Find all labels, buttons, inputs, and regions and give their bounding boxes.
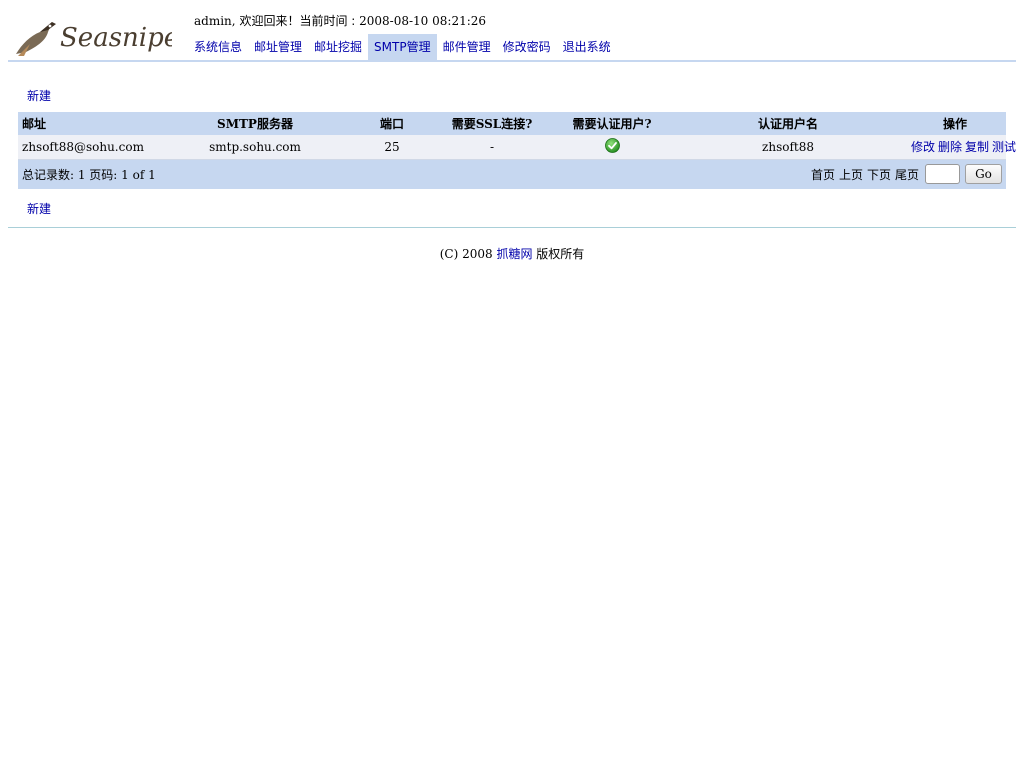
new-link-bottom[interactable]: 新建	[27, 200, 51, 217]
cell-email: zhsoft88@sohu.com	[18, 135, 158, 160]
nav-logout[interactable]: 退出系统	[557, 34, 617, 61]
copy-link[interactable]: 复制	[965, 140, 989, 154]
welcome-text: 欢迎回来！当前时间 :	[239, 14, 360, 28]
cell-smtp-server: smtp.sohu.com	[158, 135, 352, 160]
col-auth-user: 认证用户名	[672, 112, 904, 135]
check-circle-icon	[604, 137, 620, 156]
nav-address-management[interactable]: 邮址管理	[248, 34, 308, 61]
go-button[interactable]: Go	[965, 164, 1002, 185]
test-link[interactable]: 测试	[992, 140, 1016, 154]
footer: (C) 2008 抓糖网 版权所有	[0, 245, 1024, 262]
col-email: 邮址	[18, 112, 158, 135]
welcome-message: admin, 欢迎回来！当前时间 : 2008-08-10 08:21:26	[194, 12, 486, 29]
table-header-row: 邮址 SMTP服务器 端口 需要SSL连接? 需要认证用户? 认证用户名 操作	[18, 112, 1006, 135]
smtp-table: 邮址 SMTP服务器 端口 需要SSL连接? 需要认证用户? 认证用户名 操作 …	[18, 112, 1016, 189]
col-port: 端口	[352, 112, 432, 135]
pager-next: 下页	[866, 167, 891, 182]
col-auth: 需要认证用户?	[552, 112, 672, 135]
svg-text:Seasnipe: Seasnipe	[60, 23, 172, 53]
welcome-user: admin,	[194, 14, 236, 28]
footer-copyright: (C) 2008	[439, 247, 497, 261]
delete-link[interactable]: 删除	[938, 140, 962, 154]
nav-address-mining[interactable]: 邮址挖掘	[308, 34, 368, 61]
nav-mail-management[interactable]: 邮件管理	[437, 34, 497, 61]
nav-smtp-management[interactable]: SMTP管理	[368, 34, 437, 61]
pager: 总记录数: 1 页码: 1 of 1 首页 上页 下页 尾页 Go	[22, 164, 1002, 185]
col-actions: 操作	[904, 112, 1006, 135]
bird-logo-icon: Seasnipe	[16, 22, 172, 56]
nav-system-info[interactable]: 系统信息	[188, 34, 248, 61]
pager-prev: 上页	[838, 167, 863, 182]
col-smtp-server: SMTP服务器	[158, 112, 352, 135]
new-link-top[interactable]: 新建	[27, 87, 51, 104]
table-row: zhsoft88@sohu.com smtp.sohu.com 25 - zhs…	[18, 135, 1016, 160]
seasnipe-logo: Seasnipe	[12, 14, 172, 58]
footer-rights: 版权所有	[532, 247, 585, 261]
cell-auth	[552, 135, 672, 160]
cell-auth-user: zhsoft88	[672, 135, 904, 160]
footer-divider	[8, 227, 1016, 228]
edit-link[interactable]: 修改	[911, 140, 935, 154]
pager-row: 总记录数: 1 页码: 1 of 1 首页 上页 下页 尾页 Go	[18, 159, 1006, 189]
pager-last: 尾页	[894, 167, 919, 182]
cell-ssl: -	[432, 135, 552, 160]
pager-first: 首页	[810, 167, 835, 182]
page-number-input[interactable]	[925, 164, 960, 185]
nav-change-password[interactable]: 修改密码	[497, 34, 557, 61]
footer-site-link[interactable]: 抓糖网	[496, 247, 532, 261]
pager-links: 首页 上页 下页 尾页 Go	[807, 164, 1002, 185]
cell-actions: 修改 删除 复制 测试	[904, 135, 1016, 160]
page-header: Seasnipe admin, 欢迎回来！当前时间 : 2008-08-10 0…	[8, 8, 1016, 62]
main-nav: 系统信息 邮址管理 邮址挖掘 SMTP管理 邮件管理 修改密码 退出系统	[188, 34, 617, 61]
cell-port: 25	[352, 135, 432, 160]
pager-summary: 总记录数: 1 页码: 1 of 1	[22, 167, 156, 182]
col-ssl: 需要SSL连接?	[432, 112, 552, 135]
current-time: 2008-08-10 08:21:26	[359, 14, 487, 28]
